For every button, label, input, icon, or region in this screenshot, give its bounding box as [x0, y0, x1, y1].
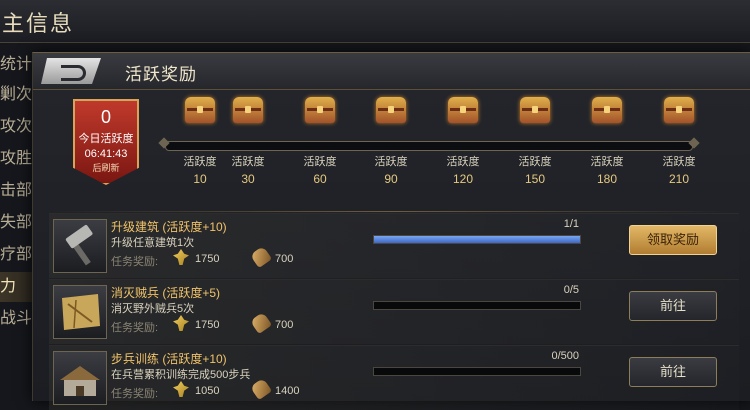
task-description: 消灭野外贼兵5次	[111, 303, 195, 315]
milestone-chest[interactable]: 活跃度 60	[295, 97, 345, 186]
milestone-chest[interactable]: 活跃度 120	[438, 97, 488, 186]
treasure-chest-icon[interactable]	[305, 97, 335, 123]
milestone-value: 150	[524, 172, 546, 186]
milestone-value: 120	[452, 172, 474, 186]
milestone-value: 60	[313, 172, 327, 186]
game-logo-icon	[41, 58, 101, 84]
milestone-value: 10	[193, 172, 207, 186]
main-info-header: 主信息	[0, 0, 750, 43]
treasure-chest-icon[interactable]	[448, 97, 478, 123]
task-title: 升级建筑 (活跃度+10)	[111, 220, 227, 234]
refresh-timer: 06:41:43	[84, 148, 128, 160]
map-icon	[53, 285, 107, 339]
milestone-chest[interactable]: 活跃度 210	[654, 97, 704, 186]
milestone-chest[interactable]: 活跃度 180	[582, 97, 632, 186]
hammer-icon	[53, 219, 107, 273]
task-title: 步兵训练 (活跃度+10)	[111, 352, 227, 366]
milestone-label: 活跃度	[183, 156, 217, 168]
panel-header: 活跃奖励	[33, 53, 750, 90]
milestone-label: 活跃度	[590, 156, 624, 168]
task-progress-count: 0/5	[563, 284, 579, 296]
daily-activity-badge: 0 今日活跃度 06:41:43 后刷新	[73, 99, 139, 185]
barracks-icon	[53, 351, 107, 405]
task-row: 升级建筑 (活跃度+10) 升级任意建筑1次 任务奖励: 1750 700 1/…	[49, 213, 739, 278]
task-reward-label: 任务奖励:	[111, 322, 159, 334]
milestone-value: 210	[668, 172, 690, 186]
milestone-label: 活跃度	[303, 156, 337, 168]
task-description: 升级任意建筑1次	[111, 237, 195, 249]
treasure-chest-icon[interactable]	[592, 97, 622, 123]
treasure-chest-icon[interactable]	[520, 97, 550, 123]
task-progress-fill	[374, 236, 580, 243]
panel-title: 活跃奖励	[125, 65, 197, 84]
section-divider	[53, 211, 733, 212]
milestone-value: 90	[384, 172, 398, 186]
activity-value: 0	[100, 107, 111, 127]
activity-reward-panel: 活跃奖励 0 今日活跃度 06:41:43 后刷新 活跃度 10 活跃度 30 …	[32, 52, 750, 410]
treasure-chest-icon[interactable]	[376, 97, 406, 123]
task-description: 在兵营累积训练完成500步兵	[111, 369, 251, 381]
task-progress-count: 1/1	[563, 218, 579, 230]
task-reward-label: 任务奖励:	[111, 256, 159, 268]
reward-wood-value: 700	[275, 319, 294, 331]
milestone-label: 活跃度	[446, 156, 480, 168]
reward-food-value: 1050	[195, 385, 220, 397]
task-progress-bar	[373, 301, 581, 310]
milestone-chest[interactable]: 活跃度 150	[510, 97, 560, 186]
milestone-label: 活跃度	[374, 156, 408, 168]
task-reward-label: 任务奖励:	[111, 388, 159, 400]
milestone-label: 活跃度	[662, 156, 696, 168]
reward-wood-value: 1400	[275, 385, 300, 397]
milestone-label: 活跃度	[231, 156, 265, 168]
milestone-value: 30	[241, 172, 255, 186]
reward-wood-value: 700	[275, 253, 294, 265]
milestone-value: 180	[596, 172, 618, 186]
treasure-chest-icon[interactable]	[233, 97, 263, 123]
go-button[interactable]: 前往	[629, 291, 717, 321]
go-button[interactable]: 前往	[629, 357, 717, 387]
reward-food-value: 1750	[195, 319, 220, 331]
task-progress-count: 0/500	[551, 350, 579, 362]
activity-label: 今日活跃度	[78, 133, 134, 145]
task-row: 步兵训练 (活跃度+10) 在兵营累积训练完成500步兵 任务奖励: 1050 …	[49, 345, 739, 410]
task-progress-bar	[373, 235, 581, 244]
refresh-label: 后刷新	[92, 163, 120, 173]
task-row: 消灭贼兵 (活跃度+5) 消灭野外贼兵5次 任务奖励: 1750 700 0/5…	[49, 279, 739, 344]
milestone-chest[interactable]: 活跃度 10	[175, 97, 225, 186]
treasure-chest-icon[interactable]	[664, 97, 694, 123]
main-info-title: 主信息	[2, 11, 75, 36]
claim-reward-button[interactable]: 领取奖励	[629, 225, 717, 255]
milestone-chest[interactable]: 活跃度 30	[223, 97, 273, 186]
milestone-label: 活跃度	[518, 156, 552, 168]
milestone-chest[interactable]: 活跃度 90	[366, 97, 416, 186]
treasure-chest-icon[interactable]	[185, 97, 215, 123]
task-progress-bar	[373, 367, 581, 376]
reward-food-value: 1750	[195, 253, 220, 265]
task-title: 消灭贼兵 (活跃度+5)	[111, 286, 221, 300]
